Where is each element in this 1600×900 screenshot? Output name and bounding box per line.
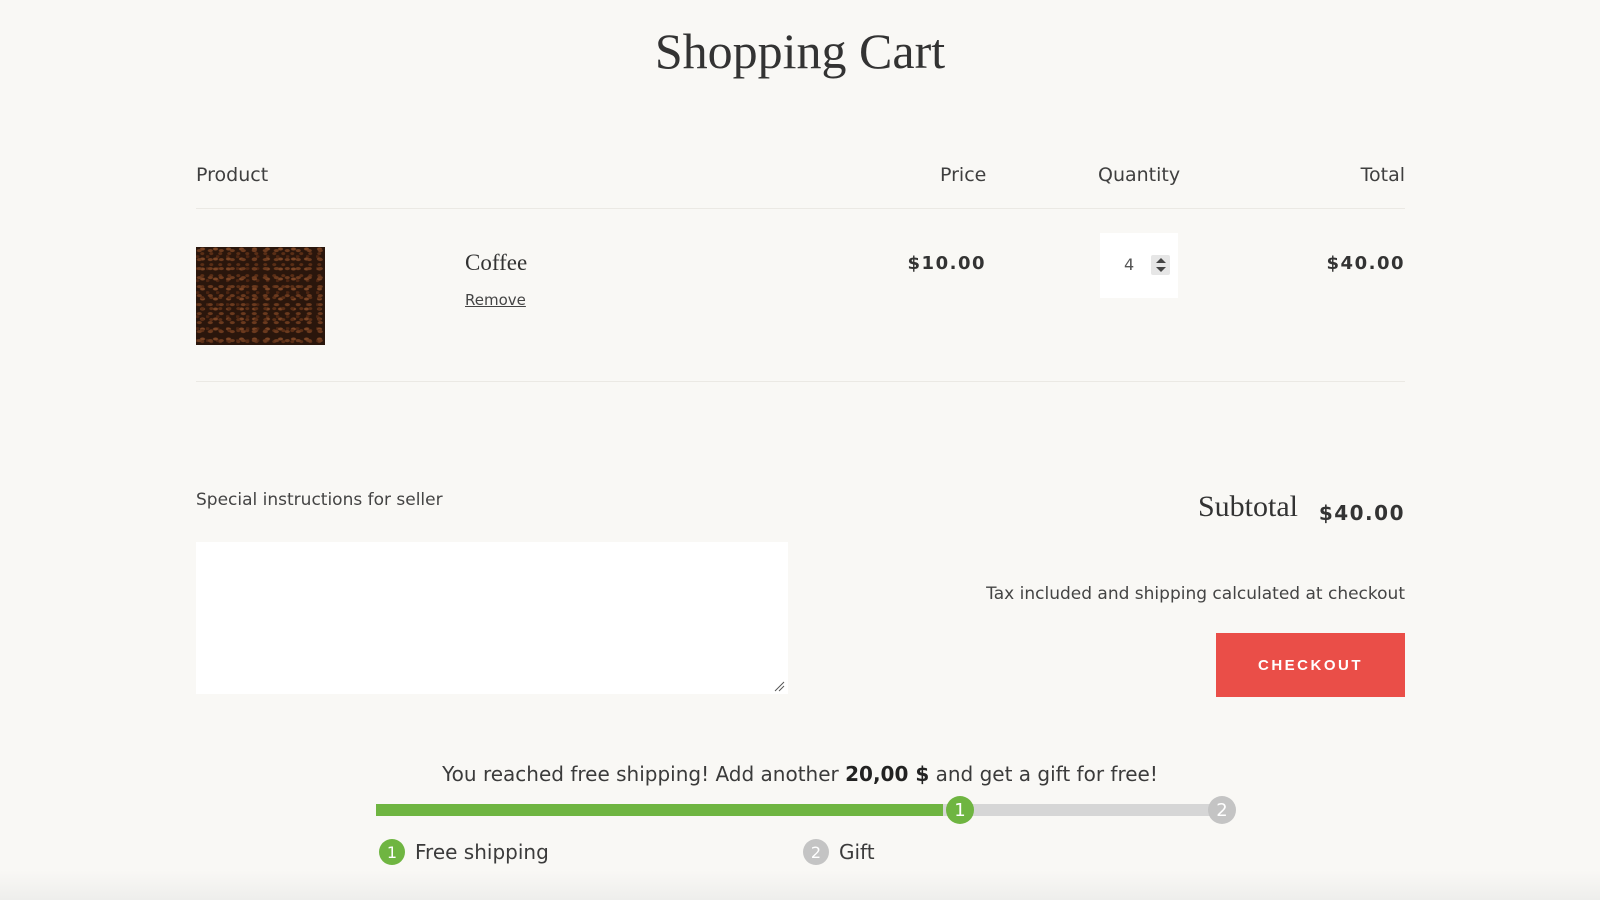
subtotal-value: $40.00 (1318, 501, 1405, 525)
tax-note: Tax included and shipping calculated at … (986, 584, 1405, 604)
decrement-arrow-icon[interactable] (1156, 267, 1166, 272)
quantity-value[interactable]: 4 (1124, 255, 1134, 274)
instructions-textarea[interactable] (196, 542, 788, 694)
legend-gift: Gift (839, 840, 875, 864)
progress-step-2: 2 (1208, 796, 1236, 824)
quantity-input[interactable]: 4 (1100, 233, 1178, 298)
item-total: $40.00 (1326, 253, 1405, 274)
column-header-quantity: Quantity (1098, 164, 1181, 186)
product-thumbnail[interactable] (196, 247, 325, 345)
subtotal-label: Subtotal (1197, 490, 1298, 523)
legend-free-shipping: Free shipping (415, 840, 549, 864)
up-down-arrows-icon[interactable] (1151, 255, 1170, 275)
page-title: Shopping Cart (654, 23, 946, 79)
item-price: $10.00 (907, 253, 986, 274)
column-header-product: Product (196, 164, 269, 186)
divider (196, 381, 1405, 382)
promo-text-before: You reached free shipping! Add another (442, 762, 846, 786)
column-header-price: Price (940, 164, 987, 186)
divider (196, 208, 1405, 209)
legend-step-2-icon: 2 (803, 839, 829, 865)
bottom-fade (0, 870, 1600, 900)
product-name[interactable]: Coffee (465, 250, 527, 276)
remove-link[interactable]: Remove (465, 291, 526, 309)
checkout-button[interactable]: CHECKOUT (1216, 633, 1405, 697)
promo-text-after: and get a gift for free! (929, 762, 1158, 786)
instructions-label: Special instructions for seller (196, 490, 443, 510)
resize-grip-icon[interactable] (773, 680, 785, 692)
increment-arrow-icon[interactable] (1156, 258, 1166, 263)
shipping-progress-bar (376, 804, 1222, 816)
promo-amount: 20,00 $ (845, 762, 930, 786)
free-shipping-message: You reached free shipping! Add another 2… (0, 762, 1600, 786)
legend-step-1-icon: 1 (379, 839, 405, 865)
column-header-total: Total (1360, 164, 1405, 186)
progress-fill (376, 804, 943, 816)
progress-step-1: 1 (946, 796, 974, 824)
